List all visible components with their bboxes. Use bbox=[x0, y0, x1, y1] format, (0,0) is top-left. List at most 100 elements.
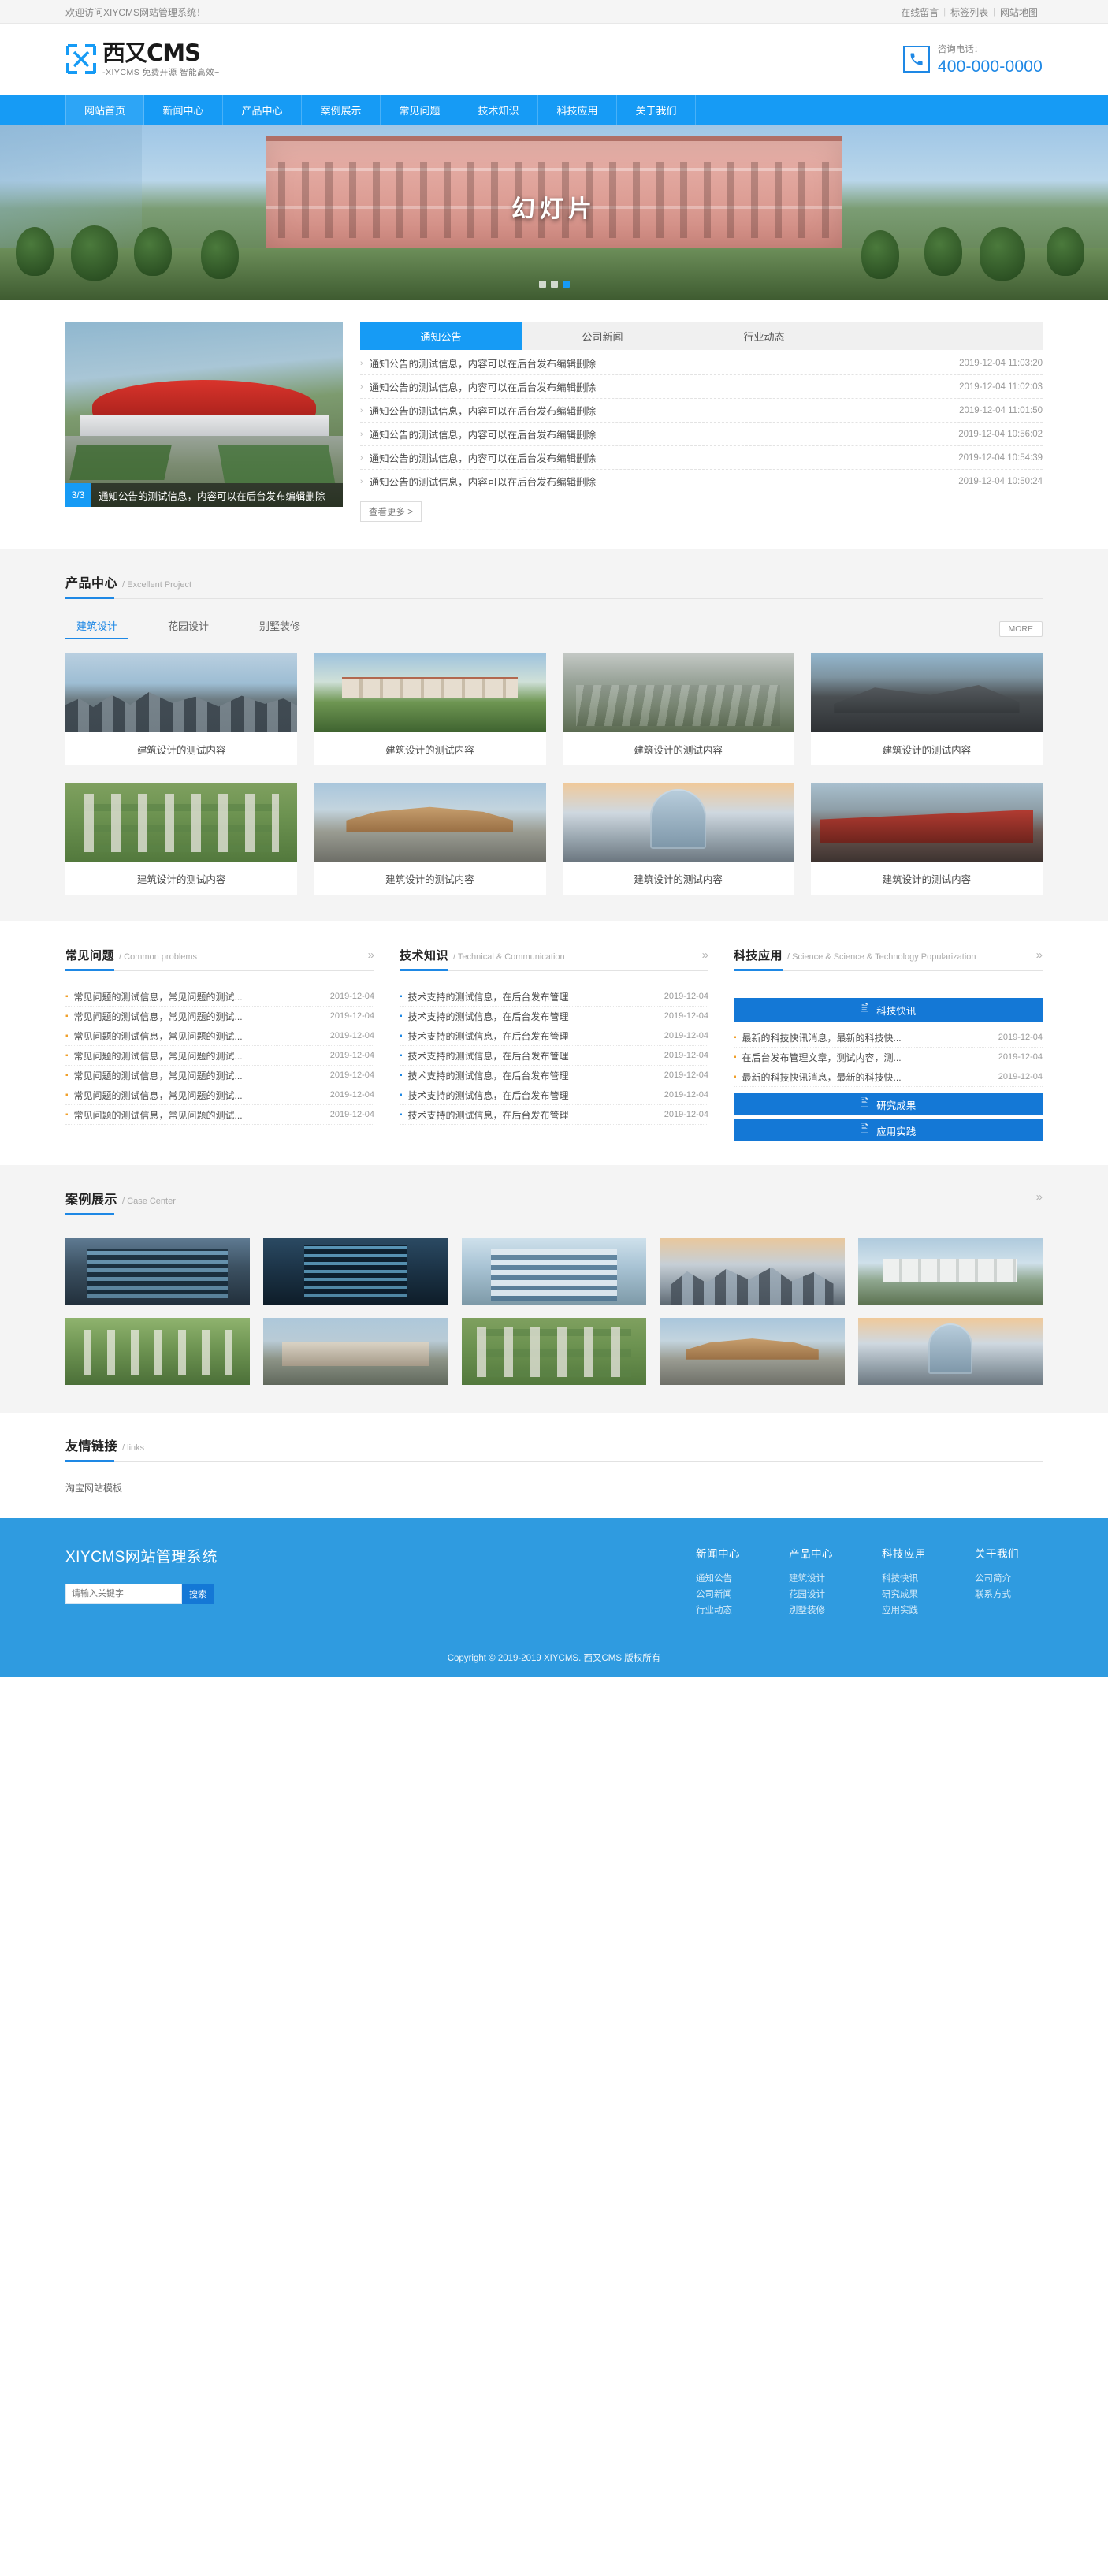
news-item[interactable]: › 通知公告的测试信息，内容可以在后台发布编辑删除 2019-12-04 10:54… bbox=[360, 446, 1043, 470]
news-tab-1[interactable]: 公司新闻 bbox=[522, 322, 683, 350]
product-card[interactable]: 建筑设计的测试内容 bbox=[65, 783, 298, 895]
list-item[interactable]: ▪ 常见问题的测试信息，常见问题的测试... 2019-12-04 bbox=[65, 1046, 374, 1066]
list-item-title: 技术支持的测试信息，在后台发布管理 bbox=[407, 1050, 569, 1062]
list-item[interactable]: ▪ 常见问题的测试信息，常见问题的测试... 2019-12-04 bbox=[65, 1066, 374, 1085]
news-item[interactable]: › 通知公告的测试信息，内容可以在后台发布编辑删除 2019-12-04 10:50… bbox=[360, 470, 1043, 493]
news-item[interactable]: › 通知公告的测试信息，内容可以在后台发布编辑删除 2019-12-04 10:56… bbox=[360, 423, 1043, 446]
banner-pagination[interactable] bbox=[0, 277, 1108, 292]
product-tab-1[interactable]: 花园设计 bbox=[157, 618, 220, 639]
nav-item-2[interactable]: 产品中心 bbox=[223, 95, 302, 125]
footer-link[interactable]: 联系方式 bbox=[975, 1587, 1019, 1603]
footer-search[interactable]: 搜索 bbox=[65, 1584, 349, 1604]
news-tab-0[interactable]: 通知公告 bbox=[360, 322, 522, 350]
list-item[interactable]: ▪ 最新的科技快讯消息，最新的科技快... 2019-12-04 bbox=[734, 1028, 1043, 1048]
friend-link[interactable]: 淘宝网站模板 bbox=[65, 1483, 122, 1494]
news-item[interactable]: › 通知公告的测试信息，内容可以在后台发布编辑删除 2019-12-04 11:01… bbox=[360, 399, 1043, 423]
tech-more-icon[interactable]: » bbox=[702, 948, 708, 962]
list-item[interactable]: ▪ 最新的科技快讯消息，最新的科技快... 2019-12-04 bbox=[734, 1067, 1043, 1087]
banner-dot[interactable] bbox=[538, 281, 546, 288]
news-feature-image[interactable]: 3/3 通知公告的测试信息，内容可以在后台发布编辑删除 bbox=[65, 322, 343, 507]
products-more-button[interactable]: MORE bbox=[998, 620, 1043, 637]
product-card[interactable]: 建筑设计的测试内容 bbox=[65, 653, 298, 765]
footer-link[interactable]: 别墅装修 bbox=[789, 1603, 833, 1618]
footer-link[interactable]: 应用实践 bbox=[882, 1603, 926, 1618]
case-item[interactable] bbox=[263, 1238, 448, 1305]
product-card[interactable]: 建筑设计的测试内容 bbox=[562, 653, 794, 765]
news-item[interactable]: › 通知公告的测试信息，内容可以在后台发布编辑删除 2019-12-04 11:03… bbox=[360, 352, 1043, 375]
list-item[interactable]: ▪ 技术支持的测试信息，在后台发布管理 2019-12-04 bbox=[400, 1066, 708, 1085]
product-tabs[interactable]: 建筑设计 花园设计 别墅装修 bbox=[65, 618, 340, 639]
product-card[interactable]: 建筑设计的测试内容 bbox=[810, 783, 1043, 895]
case-item[interactable] bbox=[65, 1318, 251, 1385]
main-navigation[interactable]: 网站首页 新闻中心 产品中心 案例展示 常见问题 技术知识 科技应用 关于我们 bbox=[0, 95, 1108, 125]
product-tab-2[interactable]: 别墅装修 bbox=[248, 618, 311, 639]
case-item[interactable] bbox=[857, 1318, 1043, 1385]
site-logo[interactable]: 西又CMS -XIYCMS 免费开源 智能高效~ bbox=[65, 41, 220, 77]
list-item[interactable]: ▪ 技术支持的测试信息，在后台发布管理 2019-12-04 bbox=[400, 1046, 708, 1066]
cases-more-icon[interactable]: » bbox=[1036, 1190, 1043, 1204]
case-item[interactable] bbox=[263, 1318, 448, 1385]
list-item[interactable]: ▪ 常见问题的测试信息，常见问题的测试... 2019-12-04 bbox=[65, 1007, 374, 1026]
footer-link[interactable]: 通知公告 bbox=[696, 1571, 740, 1587]
case-item[interactable] bbox=[65, 1238, 251, 1305]
footer-link[interactable]: 公司简介 bbox=[975, 1571, 1019, 1587]
product-card[interactable]: 建筑设计的测试内容 bbox=[562, 783, 794, 895]
search-button[interactable]: 搜索 bbox=[182, 1584, 214, 1604]
news-item-date: 2019-12-04 10:56:02 bbox=[958, 429, 1043, 439]
case-item[interactable] bbox=[660, 1318, 845, 1385]
list-item[interactable]: ▪ 常见问题的测试信息，常见问题的测试... 2019-12-04 bbox=[65, 1085, 374, 1105]
chevron-right-icon: › bbox=[360, 405, 363, 415]
banner-dot-active[interactable] bbox=[562, 281, 570, 288]
list-item[interactable]: ▪ 在后台发布管理文章，测试内容，测... 2019-12-04 bbox=[734, 1048, 1043, 1067]
search-input[interactable] bbox=[65, 1584, 182, 1604]
list-item[interactable]: ▪ 技术支持的测试信息，在后台发布管理 2019-12-04 bbox=[400, 1105, 708, 1125]
news-tab-2[interactable]: 行业动态 bbox=[683, 322, 845, 350]
list-item-date: 2019-12-04 bbox=[664, 1070, 708, 1080]
list-item[interactable]: ▪ 常见问题的测试信息，常见问题的测试... 2019-12-04 bbox=[65, 1105, 374, 1125]
tech-title-en: / Technical & Communication bbox=[453, 952, 565, 962]
news-item[interactable]: › 通知公告的测试信息，内容可以在后台发布编辑删除 2019-12-04 11:02… bbox=[360, 375, 1043, 399]
product-card[interactable]: 建筑设计的测试内容 bbox=[314, 783, 546, 895]
list-item[interactable]: ▪ 技术支持的测试信息，在后台发布管理 2019-12-04 bbox=[400, 987, 708, 1007]
sci-research-button[interactable]: 🖹 研究成果 bbox=[734, 1093, 1043, 1115]
footer-link[interactable]: 建筑设计 bbox=[789, 1571, 833, 1587]
nav-item-5[interactable]: 技术知识 bbox=[459, 95, 538, 125]
nav-item-4[interactable]: 常见问题 bbox=[381, 95, 459, 125]
nav-item-1[interactable]: 新闻中心 bbox=[144, 95, 223, 125]
case-item[interactable] bbox=[857, 1238, 1043, 1305]
product-card[interactable]: 建筑设计的测试内容 bbox=[810, 653, 1043, 765]
footer-link[interactable]: 花园设计 bbox=[789, 1587, 833, 1603]
hero-banner[interactable]: 幻灯片 bbox=[0, 125, 1108, 300]
nav-item-0[interactable]: 网站首页 bbox=[65, 95, 144, 125]
footer-link[interactable]: 科技快讯 bbox=[882, 1571, 926, 1587]
nav-item-3[interactable]: 案例展示 bbox=[302, 95, 381, 125]
footer-link[interactable]: 行业动态 bbox=[696, 1603, 740, 1618]
sci-news-button[interactable]: 🖹 科技快讯 bbox=[734, 998, 1043, 1022]
top-link-sitemap[interactable]: 网站地图 bbox=[995, 6, 1043, 19]
list-item[interactable]: ▪ 常见问题的测试信息，常见问题的测试... 2019-12-04 bbox=[65, 1026, 374, 1046]
top-link-message[interactable]: 在线留言 bbox=[896, 6, 943, 19]
nav-item-6[interactable]: 科技应用 bbox=[538, 95, 617, 125]
case-item[interactable] bbox=[660, 1238, 845, 1305]
product-tab-0[interactable]: 建筑设计 bbox=[65, 618, 128, 639]
top-link-tags[interactable]: 标签列表 bbox=[946, 6, 993, 19]
links-title: 友情链接 bbox=[65, 1440, 118, 1454]
case-item[interactable] bbox=[461, 1318, 647, 1385]
nav-item-7[interactable]: 关于我们 bbox=[617, 95, 696, 125]
product-thumbnail bbox=[65, 783, 298, 862]
news-tabs[interactable]: 通知公告 公司新闻 行业动态 bbox=[360, 322, 1043, 350]
banner-dot[interactable] bbox=[550, 281, 558, 288]
faq-more-icon[interactable]: » bbox=[368, 948, 374, 962]
sci-more-icon[interactable]: » bbox=[1036, 948, 1043, 962]
case-item[interactable] bbox=[461, 1238, 647, 1305]
list-item[interactable]: ▪ 技术支持的测试信息，在后台发布管理 2019-12-04 bbox=[400, 1026, 708, 1046]
list-item[interactable]: ▪ 常见问题的测试信息，常见问题的测试... 2019-12-04 bbox=[65, 987, 374, 1007]
news-more-button[interactable]: 查看更多 > bbox=[360, 501, 422, 522]
footer-link[interactable]: 公司新闻 bbox=[696, 1587, 740, 1603]
list-item[interactable]: ▪ 技术支持的测试信息，在后台发布管理 2019-12-04 bbox=[400, 1007, 708, 1026]
sci-practice-button[interactable]: 🖹 应用实践 bbox=[734, 1119, 1043, 1141]
list-item[interactable]: ▪ 技术支持的测试信息，在后台发布管理 2019-12-04 bbox=[400, 1085, 708, 1105]
footer-column-title: 新闻中心 bbox=[696, 1548, 740, 1560]
footer-link[interactable]: 研究成果 bbox=[882, 1587, 926, 1603]
product-card[interactable]: 建筑设计的测试内容 bbox=[314, 653, 546, 765]
